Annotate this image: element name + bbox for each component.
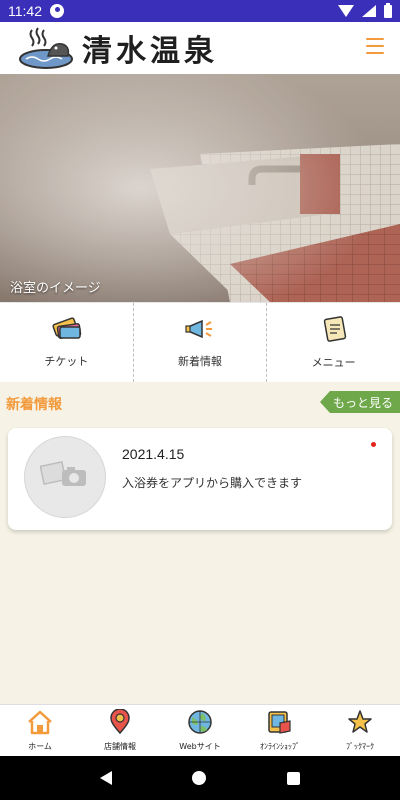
unread-indicator — [371, 442, 376, 447]
status-time: 11:42 — [8, 3, 42, 19]
battery-icon — [384, 2, 392, 18]
signal-icon — [362, 5, 376, 17]
home-icon — [26, 709, 54, 739]
map-pin-icon — [106, 708, 134, 739]
tab-store-info[interactable]: 店舗情報 — [80, 705, 160, 756]
back-icon[interactable] — [100, 771, 113, 785]
hero-caption: 浴室のイメージ — [10, 281, 101, 296]
tab-online-shop[interactable]: ｵﾝﾗｲﾝｼｮｯﾌﾟ — [240, 705, 320, 756]
bottom-tab-bar: ホーム 店舗情報 Webサイト ｵﾝﾗｲﾝｼｮｯﾌﾟ ﾌﾞｯｸﾏｰｸ — [0, 704, 400, 756]
recent-apps-icon[interactable] — [286, 771, 300, 785]
tab-label: ｵﾝﾗｲﾝｼｮｯﾌﾟ — [260, 742, 300, 751]
status-bar: 11:42 — [0, 0, 400, 22]
home-circle-icon[interactable] — [192, 771, 207, 785]
wifi-icon — [338, 5, 354, 17]
quick-menu-label: チケット — [44, 354, 89, 368]
photo-placeholder-icon — [39, 460, 90, 494]
notification-icon — [50, 4, 64, 18]
news-card[interactable]: 2021.4.15 入浴券をアプリから購入できます — [8, 428, 392, 530]
tab-label: ﾌﾞｯｸﾏｰｸ — [346, 742, 374, 751]
tab-website[interactable]: Webサイト — [160, 705, 240, 756]
news-section: 新着情報 もっと見る 2021.4.15 入浴券をアプリから購入できます — [0, 382, 400, 704]
app-header: 清水温泉 — [0, 22, 400, 74]
news-thumbnail — [24, 436, 106, 518]
online-shop-icon — [266, 709, 294, 739]
quick-menu-ticket[interactable]: チケット — [0, 303, 134, 382]
tab-label: Webサイト — [179, 742, 221, 751]
tab-label: 店舗情報 — [104, 742, 136, 751]
news-section-title: 新着情報 — [6, 397, 62, 413]
hamburger-menu-icon[interactable] — [366, 38, 384, 54]
quick-menu-label: 新着情報 — [178, 354, 222, 368]
globe-icon — [186, 709, 214, 739]
app-title: 清水温泉 — [82, 34, 218, 69]
quick-menu-news[interactable]: 新着情報 — [134, 303, 268, 382]
quick-menu-label: メニュー — [311, 355, 356, 369]
ticket-icon — [50, 316, 82, 345]
megaphone-icon — [184, 317, 216, 345]
bookmark-star-icon — [346, 709, 374, 739]
system-nav-bar — [0, 756, 400, 800]
tab-bookmark[interactable]: ﾌﾞｯｸﾏｰｸ — [320, 705, 400, 756]
more-button[interactable]: もっと見る — [320, 391, 400, 413]
tab-home[interactable]: ホーム — [0, 705, 80, 756]
menu-note-icon — [318, 315, 350, 346]
onsen-logo-icon — [18, 26, 74, 70]
status-icons — [338, 2, 392, 18]
tab-label: ホーム — [28, 742, 52, 751]
quick-menu-menu[interactable]: メニュー — [267, 303, 400, 382]
news-date: 2021.4.15 — [122, 446, 185, 462]
news-text: 入浴券をアプリから購入できます — [122, 476, 303, 490]
hero-image: 浴室のイメージ — [0, 74, 400, 302]
quick-menu: チケット 新着情報 メニュー — [0, 302, 400, 382]
